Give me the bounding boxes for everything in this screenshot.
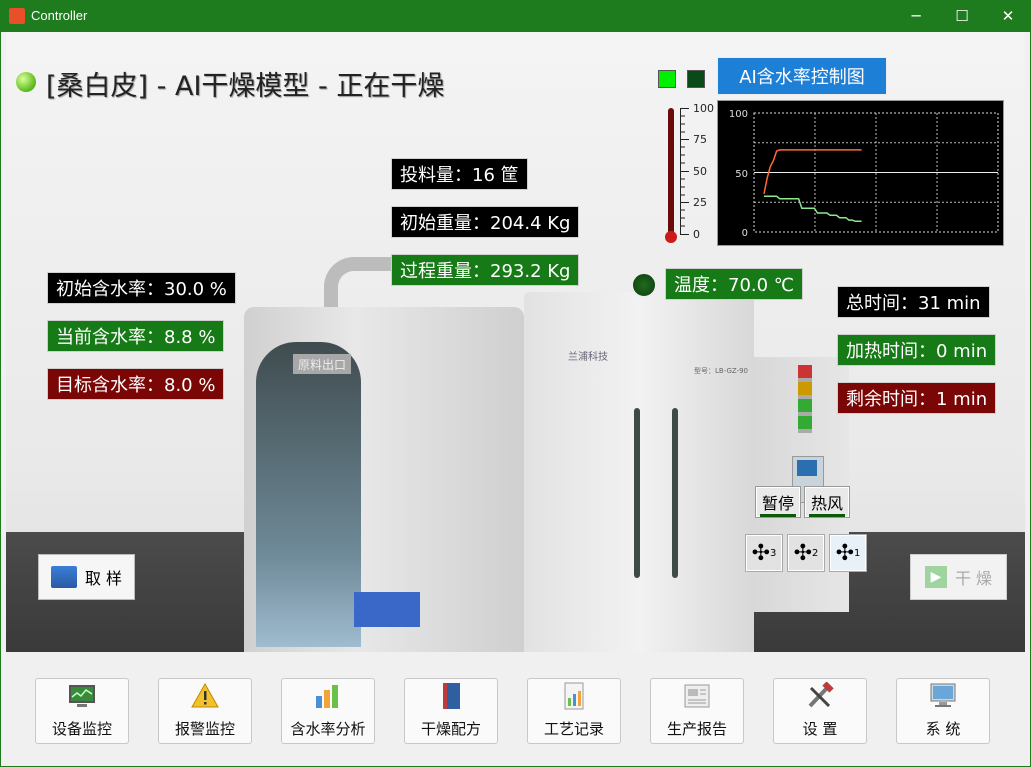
tools-icon bbox=[808, 682, 834, 708]
nav-alarm-monitor[interactable]: 报警监控 bbox=[158, 678, 252, 744]
status-indicator-icon bbox=[16, 72, 36, 92]
thermo-tick-label: 75 bbox=[693, 133, 707, 146]
nav-system[interactable]: 系 统 bbox=[896, 678, 990, 744]
thermo-tick-label: 0 bbox=[693, 228, 700, 241]
bar-chart-icon bbox=[316, 685, 338, 708]
process-weight-label: 过程重量：293.2 Kg bbox=[391, 254, 580, 286]
nav-moisture-analysis[interactable]: 含水率分析 bbox=[281, 678, 375, 744]
nav-device-monitor[interactable]: 设备监控 bbox=[35, 678, 129, 744]
dry-button[interactable]: ▶ 干 燥 bbox=[910, 554, 1007, 600]
nav-label: 报警监控 bbox=[174, 720, 235, 738]
indicator-light-on bbox=[658, 70, 676, 88]
dry-button-label: 干 燥 bbox=[954, 569, 993, 588]
feed-quantity-label: 投料量：16 筐 bbox=[391, 158, 528, 190]
target-moisture-label: 目标含水率：8.0 % bbox=[47, 368, 225, 400]
nav-label: 系 统 bbox=[925, 720, 961, 738]
fan-icon: ✣ bbox=[751, 540, 771, 566]
chart-series-line-1 bbox=[763, 149, 862, 195]
thermometer-scale bbox=[680, 108, 691, 235]
current-moisture-label: 当前含水率：8.8 % bbox=[47, 320, 225, 352]
remaining-time-label: 剩余时间：1 min bbox=[837, 382, 997, 414]
pause-status-bar bbox=[760, 514, 796, 517]
window-title: Controller bbox=[31, 8, 88, 23]
play-icon: ▶ bbox=[924, 566, 947, 588]
report-icon bbox=[684, 684, 710, 708]
moisture-chart-svg: 100 50 0 bbox=[729, 109, 999, 239]
minimize-button[interactable]: ─ bbox=[893, 0, 939, 32]
fan-2-button[interactable]: ✣ 2 bbox=[788, 535, 824, 571]
maximize-button[interactable]: ☐ bbox=[939, 0, 985, 32]
signal-tower bbox=[798, 365, 812, 433]
nav-production-report[interactable]: 生产报告 bbox=[650, 678, 744, 744]
pause-button[interactable]: 暂停 bbox=[756, 487, 800, 517]
close-button[interactable]: ✕ bbox=[985, 0, 1031, 32]
heating-time-label: 加热时间：0 min bbox=[837, 334, 997, 366]
brand-logo: 兰浦科技 bbox=[568, 352, 608, 363]
fan-1-button[interactable]: ✣ 1 bbox=[830, 535, 866, 571]
total-time-label: 总时间：31 min bbox=[837, 286, 990, 318]
thermo-tick-label: 100 bbox=[693, 102, 714, 115]
fan-icon: ✣ bbox=[835, 540, 855, 566]
hot-air-status-bar bbox=[809, 514, 845, 517]
moisture-chart: 100 50 0 bbox=[717, 100, 1004, 246]
control-screen bbox=[797, 460, 817, 476]
nav-label: 设 置 bbox=[802, 720, 838, 738]
dryer-opening bbox=[256, 342, 361, 647]
hot-air-button-label: 热风 bbox=[810, 494, 843, 513]
door-handle bbox=[672, 408, 678, 578]
fan-number: 3 bbox=[770, 547, 777, 559]
initial-moisture-label: 初始含水率：30.0 % bbox=[47, 272, 236, 304]
nav-label: 含水率分析 bbox=[290, 720, 366, 738]
document-chart-icon bbox=[564, 682, 584, 710]
warning-icon bbox=[191, 682, 219, 708]
nav-label: 生产报告 bbox=[666, 720, 727, 738]
basket-icon bbox=[50, 566, 77, 588]
model-label: 型号：LB-GZ-90 bbox=[694, 367, 749, 375]
sample-button-label: 取 样 bbox=[84, 569, 123, 588]
temperature-gauge-icon bbox=[631, 272, 657, 298]
nav-label: 设备监控 bbox=[51, 720, 112, 738]
fan-icon: ✣ bbox=[793, 540, 813, 566]
book-icon bbox=[443, 683, 460, 709]
pause-button-label: 暂停 bbox=[761, 494, 794, 513]
basket bbox=[354, 592, 420, 627]
outlet-plate: 原料出口 bbox=[293, 354, 351, 374]
thermometer-bulb bbox=[665, 231, 677, 243]
page-title: [桑白皮] - AI干燥模型 - 正在干燥 bbox=[46, 71, 445, 102]
fan-number: 1 bbox=[854, 547, 861, 559]
hot-air-button[interactable]: 热风 bbox=[805, 487, 849, 517]
thermo-tick-label: 25 bbox=[693, 196, 707, 209]
initial-weight-label: 初始重量：204.4 Kg bbox=[391, 206, 580, 238]
thermo-tick-label: 50 bbox=[693, 165, 707, 178]
fan-3-button[interactable]: ✣ 3 bbox=[746, 535, 782, 571]
app-icon bbox=[9, 8, 25, 24]
title-bar: Controller ─ ☐ ✕ bbox=[0, 0, 1031, 32]
nav-label: 工艺记录 bbox=[543, 720, 604, 738]
chart-ytick-label: 0 bbox=[742, 228, 748, 239]
door-handle bbox=[634, 408, 640, 578]
monitor-chart-icon bbox=[69, 685, 95, 707]
sample-button[interactable]: 取 样 bbox=[38, 554, 135, 600]
fan-number: 2 bbox=[812, 547, 819, 559]
temperature-label: 温度：70.0 ℃ bbox=[665, 268, 804, 300]
nav-drying-recipe[interactable]: 干燥配方 bbox=[404, 678, 498, 744]
indicator-light-off bbox=[687, 70, 705, 88]
nav-process-record[interactable]: 工艺记录 bbox=[527, 678, 621, 744]
computer-icon bbox=[930, 683, 956, 707]
nav-settings[interactable]: 设 置 bbox=[773, 678, 867, 744]
thermometer-tube bbox=[668, 108, 674, 234]
chart-series-line-2 bbox=[764, 195, 862, 223]
nav-label: 干燥配方 bbox=[420, 720, 481, 738]
ai-moisture-chart-button[interactable]: AI含水率控制图 bbox=[717, 57, 887, 95]
chart-ytick-label: 50 bbox=[735, 169, 748, 180]
chart-ytick-label: 100 bbox=[729, 109, 748, 120]
